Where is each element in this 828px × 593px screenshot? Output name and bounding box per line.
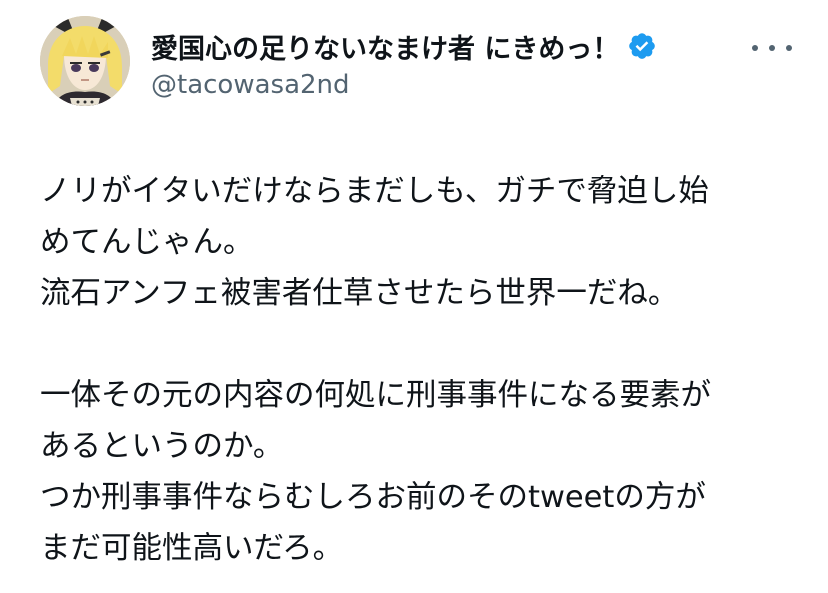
tweet-line: あるというのか。	[40, 429, 284, 464]
tweet-line: 一体その元の内容の何処に刑事事件になる要素が	[40, 378, 711, 413]
tweet-line: 流石アンフェ被害者仕草させたら世界一だね。	[40, 276, 679, 311]
tweet-header: 愛国心の足りないなまけ者 にきめっ！ @tacowasa2nd	[40, 16, 800, 108]
user-handle[interactable]: @tacowasa2nd	[151, 70, 350, 100]
tweet-line: つか刑事事件ならむしろお前のそのtweetの方が	[40, 480, 706, 515]
name-row: 愛国心の足りないなまけ者 にきめっ！	[151, 26, 657, 66]
tweet-card: 愛国心の足りないなまけ者 にきめっ！ @tacowasa2nd ノリがイタいだけ…	[0, 0, 828, 593]
avatar[interactable]	[40, 16, 130, 106]
tweet-line: まだ可能性高いだろ。	[40, 531, 344, 566]
verified-badge-icon	[629, 33, 656, 59]
tweet-line: めてんじゃん。	[40, 225, 254, 260]
tweet-text: ノリがイタいだけならまだしも、ガチで脅迫し始 めてんじゃん。 流石アンフェ被害者…	[40, 166, 800, 574]
tweet-line-blank	[40, 319, 800, 370]
tweet-line: ノリがイタいだけならまだしも、ガチで脅迫し始	[40, 174, 709, 209]
more-dot	[769, 45, 775, 51]
anime-character-avatar-icon	[40, 16, 130, 106]
more-dot	[752, 45, 758, 51]
display-name[interactable]: 愛国心の足りないなまけ者 にきめっ！	[151, 27, 619, 66]
more-options-icon[interactable]	[752, 36, 792, 60]
more-dot	[786, 45, 792, 51]
